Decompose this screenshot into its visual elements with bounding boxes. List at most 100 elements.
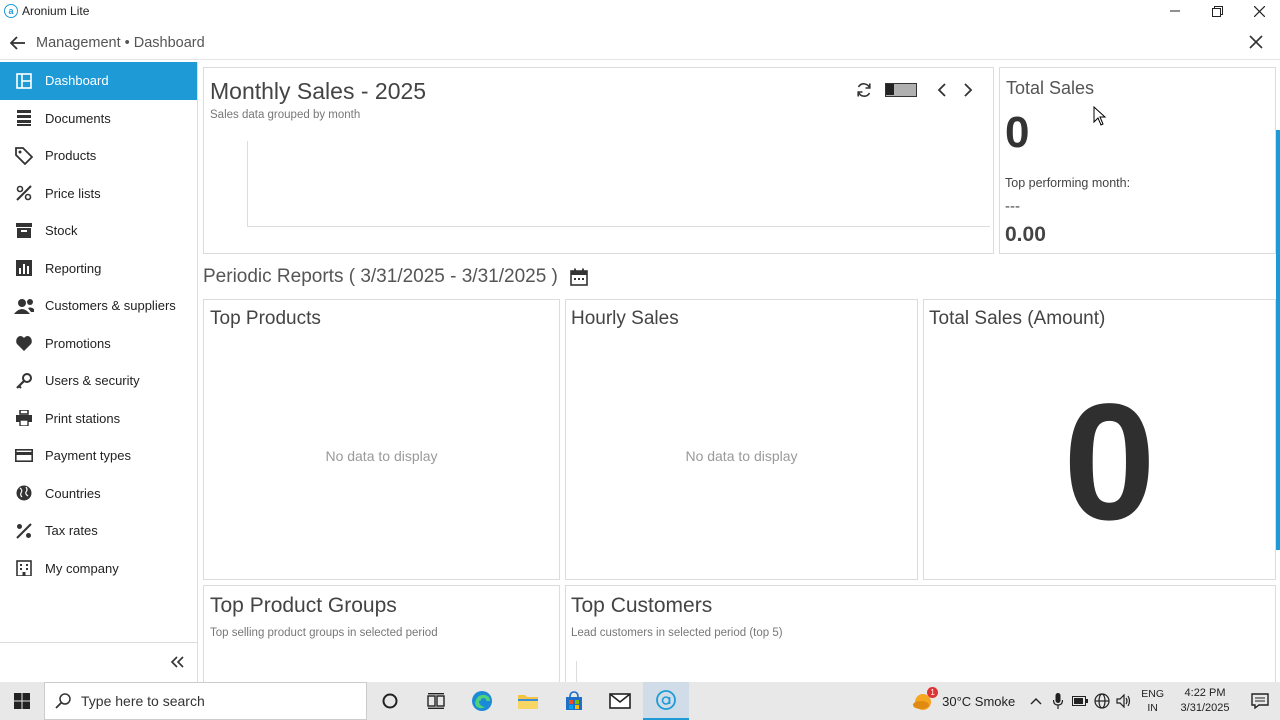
date-range-button[interactable] (568, 266, 590, 288)
windows-logo-icon (14, 693, 30, 709)
show-hidden-icons-button[interactable] (1025, 682, 1047, 720)
hourly-sales-title: Hourly Sales (571, 308, 679, 329)
battery-button[interactable] (1069, 682, 1091, 720)
chart-toggle-switch[interactable] (885, 83, 917, 97)
weather-text: 30°C Smoke (942, 693, 1016, 709)
sidebar-item-label: Price lists (45, 185, 101, 201)
microphone-icon (1053, 693, 1064, 709)
tag-icon (14, 146, 34, 166)
chevron-right-icon (964, 83, 973, 97)
sidebar-item-price-lists[interactable]: Price lists (0, 175, 197, 213)
back-button[interactable] (6, 31, 30, 55)
top-month-label: Top performing month: (1005, 176, 1131, 190)
monthly-sales-toolbar (851, 80, 981, 100)
store-bag-icon (566, 691, 582, 710)
folder-icon (518, 695, 538, 709)
microsoft-store-button[interactable] (551, 682, 597, 720)
network-button[interactable] (1091, 682, 1113, 720)
clock-date: 3/31/2025 (1180, 702, 1230, 714)
monthly-sales-chart-area (247, 141, 990, 227)
total-sales-panel: Total Sales 0 Top performing month: --- … (999, 67, 1276, 254)
sidebar-item-dashboard[interactable]: Dashboard (0, 62, 197, 100)
sidebar-item-users-security[interactable]: Users & security (0, 362, 197, 400)
sidebar-item-label: Reporting (45, 260, 102, 276)
edge-browser-button[interactable] (459, 682, 505, 720)
sidebar-item-countries[interactable]: Countries (0, 475, 197, 513)
window-controls (1154, 0, 1280, 22)
sidebar-item-stock[interactable]: Stock (0, 212, 197, 250)
top-product-groups-subtitle: Top selling product groups in selected p… (210, 627, 438, 639)
close-icon (1249, 35, 1263, 49)
edge-browser-icon (472, 691, 492, 711)
globe-network-icon (1094, 693, 1110, 709)
top-product-groups-panel: Top Product Groups Top selling product g… (203, 585, 560, 685)
total-sales-value: 0 (1005, 108, 1030, 157)
arrow-left-icon (10, 35, 25, 50)
periodic-reports-title: Periodic Reports ( 3/31/2025 - 3/31/2025… (203, 266, 558, 287)
close-dashboard-button[interactable] (1246, 32, 1266, 52)
restore-button[interactable] (1196, 0, 1238, 22)
collapse-sidebar-button[interactable] (169, 654, 185, 670)
mouse-cursor-icon (1093, 106, 1107, 126)
sidebar-item-my-company[interactable]: My company (0, 550, 197, 588)
top-customers-title: Top Customers (571, 594, 713, 617)
file-explorer-button[interactable] (505, 682, 551, 720)
cortana-button[interactable] (367, 682, 413, 720)
documents-icon (14, 108, 34, 128)
sidebar-item-promotions[interactable]: Promotions (0, 325, 197, 363)
box-icon (14, 221, 34, 241)
volume-button[interactable] (1113, 682, 1135, 720)
aronium-app-icon (656, 690, 676, 710)
language-indicator[interactable]: ENG IN (1141, 687, 1164, 715)
minimize-button[interactable] (1154, 0, 1196, 22)
sidebar-item-label: Users & security (45, 373, 140, 389)
sidebar-item-label: Stock (45, 223, 78, 239)
battery-icon (1072, 696, 1089, 706)
toggle-knob (886, 84, 894, 95)
mail-button[interactable] (597, 682, 643, 720)
sidebar-item-label: Promotions (45, 335, 111, 351)
search-placeholder: Type here to search (81, 693, 205, 709)
sidebar-item-tax-rates[interactable]: Tax rates (0, 512, 197, 550)
system-tray: 1 30°C Smoke ENG IN 4:22 PM 3/31/2025 (912, 682, 1280, 720)
sidebar-item-documents[interactable]: Documents (0, 100, 197, 138)
mail-envelope-icon (609, 693, 631, 709)
taskbar-search-box[interactable]: Type here to search (44, 682, 367, 720)
building-icon (14, 558, 34, 578)
total-sales-amount-title: Total Sales (Amount) (929, 308, 1106, 329)
sidebar-item-label: Countries (45, 485, 101, 501)
microphone-button[interactable] (1047, 682, 1069, 720)
sidebar-item-reporting[interactable]: Reporting (0, 250, 197, 288)
periodic-reports-header: Periodic Reports ( 3/31/2025 - 3/31/2025… (203, 266, 590, 288)
notifications-button[interactable] (1240, 682, 1280, 720)
sidebar-item-label: My company (45, 560, 119, 576)
weather-badge: 1 (927, 687, 939, 698)
close-window-button[interactable] (1238, 0, 1280, 22)
users-icon (14, 296, 34, 316)
aronium-taskbar-button[interactable] (643, 682, 689, 720)
top-customers-panel: Top Customers Lead customers in selected… (565, 585, 1276, 686)
sidebar-footer (0, 642, 197, 682)
credit-card-icon (14, 446, 34, 466)
refresh-button[interactable] (851, 80, 877, 100)
start-button[interactable] (0, 682, 44, 720)
task-view-button[interactable] (413, 682, 459, 720)
system-clock[interactable]: 4:22 PM 3/31/2025 (1170, 686, 1240, 716)
sidebar-item-customers-suppliers[interactable]: Customers & suppliers (0, 287, 197, 325)
hourly-sales-panel: Hourly Sales No data to display (565, 299, 918, 580)
vertical-scrollbar[interactable] (1276, 130, 1280, 550)
bar-chart-icon (14, 258, 34, 278)
refresh-icon (857, 83, 871, 97)
previous-year-button[interactable] (929, 80, 955, 100)
heart-icon (14, 333, 34, 353)
sidebar-item-print-stations[interactable]: Print stations (0, 400, 197, 438)
hourly-sales-empty-text: No data to display (685, 448, 798, 464)
next-year-button[interactable] (955, 80, 981, 100)
globe-icon (14, 483, 34, 503)
sidebar-item-payment-types[interactable]: Payment types (0, 437, 197, 475)
sidebar-item-products[interactable]: Products (0, 137, 197, 175)
sidebar-item-label: Documents (45, 110, 111, 126)
top-products-panel: Top Products No data to display (203, 299, 560, 580)
weather-widget[interactable]: 1 30°C Smoke (912, 687, 1016, 711)
sidebar-item-label: Print stations (45, 410, 121, 426)
